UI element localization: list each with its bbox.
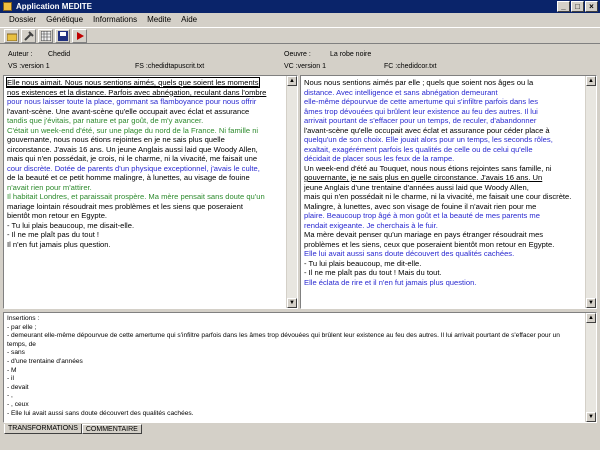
text-line: plaire. Beaucoup trop âgé à mon goût et … — [304, 211, 540, 220]
list-item: - d'une trentaine d'années — [7, 357, 83, 365]
text-line: C'était un week-end d'été, sur une plage… — [7, 125, 259, 135]
tab-commentaire[interactable]: COMMENTAIRE — [81, 424, 142, 434]
text-line: cour discrète. Dotée de parents d'un phy… — [7, 163, 260, 173]
text-line: gouvernante, nous nous étions rejointes … — [7, 135, 225, 144]
scroll-up-arrow-icon[interactable]: ▲ — [586, 76, 596, 86]
text-line: distance. Avec intelligence et sans abné… — [304, 87, 498, 97]
list-item: - M — [7, 366, 17, 374]
menu-genetique[interactable]: Génétique — [41, 13, 88, 26]
text-line: rendait exigeante. Je cherchais à le fui… — [304, 220, 438, 230]
menu-dossier[interactable]: Dossier — [4, 13, 41, 26]
scroll-up-arrow-icon[interactable]: ▲ — [586, 313, 596, 323]
text-line: Nous nous sentions aimés par elle ; quel… — [304, 78, 534, 87]
text-line: Elle nous aimait. Nous nous sentions aim… — [6, 77, 260, 88]
scroll-down-arrow-icon[interactable]: ▼ — [287, 298, 297, 308]
scroll-up-arrow-icon[interactable]: ▲ — [287, 76, 297, 86]
toolbar — [0, 27, 600, 44]
oeuvre-value: La robe noire — [330, 51, 372, 58]
text-line: problèmes et les siens, ceux que poserai… — [304, 239, 555, 249]
maximize-button[interactable]: □ — [571, 1, 584, 12]
text-line: nos existences et la distance. Parfois a… — [7, 87, 267, 97]
text-line: mais qui n'en possédait, je crois, ni le… — [7, 154, 258, 163]
menu-medite[interactable]: Medite — [142, 13, 176, 26]
text-line: quelqu'un de son choix. Elle jouait alor… — [304, 135, 553, 144]
target-text-pane[interactable]: Nous nous sentions aimés par elle ; quel… — [300, 75, 597, 309]
text-line: - Tu lui plais beaucoup, me disait-elle. — [7, 220, 135, 230]
text-line: Elle éclata de rire et il n'en fut jamai… — [304, 277, 477, 287]
text-line: l'avant-scène qu'elle occupait avec écla… — [304, 125, 550, 135]
tab-transformations[interactable]: TRANSFORMATIONS — [4, 424, 82, 434]
list-item: - par elle ; — [7, 323, 37, 331]
insertions-list[interactable]: Insertions : - par elle ; - demeurant el… — [4, 313, 585, 422]
vertical-scrollbar[interactable]: ▲ ▼ — [585, 313, 596, 422]
app-icon — [3, 2, 12, 11]
vertical-scrollbar[interactable]: ▲ ▼ — [585, 76, 596, 308]
list-item: - demeurant elle-même dépourvue de cette… — [7, 332, 560, 340]
menu-aide[interactable]: Aide — [176, 13, 202, 26]
text-line: - Tu lui plais beaucoup, me dit-elle. — [304, 258, 422, 268]
text-line: mariage lointain résoudrait mes problème… — [7, 201, 243, 211]
list-item: - , — [7, 392, 13, 400]
list-item: - il — [7, 375, 14, 383]
text-line: circonstance. J'avais 16 ans. Un jeune A… — [7, 144, 258, 154]
text-line: Malingre, à lunettes, avec son visage de… — [304, 201, 537, 211]
text-line: décidait de placer sous les feux de la r… — [304, 154, 455, 163]
text-line: Il habitait Londres, et paraissait prosp… — [7, 192, 265, 201]
text-line: Elle lui avait aussi sans doute découver… — [304, 249, 515, 258]
close-button[interactable]: × — [585, 1, 598, 12]
text-line: exaltait, exagérément parfois les qualit… — [304, 144, 533, 154]
menu-informations[interactable]: Informations — [88, 13, 142, 26]
source-text[interactable]: Elle nous aimait. Nous nous sentions aim… — [4, 76, 286, 308]
insertions-pane[interactable]: Insertions : - par elle ; - demeurant el… — [3, 312, 597, 423]
window-title: Application MEDITE — [16, 2, 92, 11]
fc-label: FC :chedidcor.txt — [384, 63, 437, 70]
text-line: jeune Anglais d'une trentaine d'années a… — [304, 182, 529, 192]
bottom-tabs: TRANSFORMATIONS COMMENTAIRE — [4, 424, 142, 434]
text-line: elle-même dépourvue de cette amertume qu… — [304, 97, 539, 106]
insertions-heading: Insertions : — [7, 315, 40, 322]
minimize-button[interactable]: _ — [557, 1, 570, 12]
text-line: - Il ne me plaît pas du tout ! — [7, 230, 100, 239]
text-line: gouvernante, je ne sais plus en quelle c… — [304, 173, 543, 182]
tools-icon[interactable] — [21, 29, 36, 43]
list-item: - , ceux — [7, 400, 29, 408]
vc-label: VC :version 1 — [284, 63, 327, 70]
auteur-label: Auteur : — [8, 51, 33, 58]
text-line: de la beauté et ce petit homme malingre,… — [7, 173, 250, 182]
oeuvre-label: Oeuvre : — [284, 51, 311, 58]
text-line: - Il ne me plaît pas du tout ! Mais du t… — [304, 268, 442, 277]
list-item: - devait — [7, 383, 29, 391]
text-line: pour nous laisser toute la place, gomman… — [7, 97, 257, 106]
text-line: bientôt mon retour en Egypte. — [7, 211, 108, 220]
text-line: Un week-end d'été au Touquet, nous nous … — [304, 163, 552, 173]
text-line: n'avait rien pour m'attirer. — [7, 182, 92, 192]
list-item: - sans — [7, 349, 25, 357]
auteur-value: Chedid — [48, 51, 71, 58]
grid-icon[interactable] — [38, 29, 53, 43]
save-icon[interactable] — [55, 29, 70, 43]
vs-label: VS :version 1 — [8, 63, 50, 70]
target-text[interactable]: Nous nous sentions aimés par elle ; quel… — [301, 76, 585, 308]
text-line: l'avant-scène. Une avant-scène qu'elle o… — [7, 106, 250, 116]
list-item: temps, de — [7, 340, 36, 348]
run-icon[interactable] — [72, 29, 87, 43]
source-text-pane[interactable]: Elle nous aimait. Nous nous sentions aim… — [3, 75, 298, 309]
list-item: - Elle lui avait aussi sans doute découv… — [7, 409, 194, 417]
open-icon[interactable] — [4, 29, 19, 43]
vertical-scrollbar[interactable]: ▲ ▼ — [286, 76, 297, 308]
text-line: Il n'en fut jamais plus question. — [7, 239, 111, 249]
text-line: Ma mère devait penser qu'un mariage en p… — [304, 230, 544, 239]
title-bar: Application MEDITE _ □ × — [0, 0, 600, 13]
text-line: tandis que j'évitais, par nature et par … — [7, 116, 204, 125]
text-line: mais qui n'en possédait ni le charme, ni… — [304, 192, 572, 201]
text-line: arrivait pourtant de s'effacer pour un t… — [304, 116, 537, 125]
scroll-down-arrow-icon[interactable]: ▼ — [586, 298, 596, 308]
scroll-down-arrow-icon[interactable]: ▼ — [586, 412, 596, 422]
fs-label: FS :chedidtapuscrit.txt — [135, 63, 205, 70]
text-line: âmes trop dévouées qui brûlent leur exis… — [304, 106, 538, 116]
menu-bar: Dossier Génétique Informations Medite Ai… — [0, 13, 600, 26]
